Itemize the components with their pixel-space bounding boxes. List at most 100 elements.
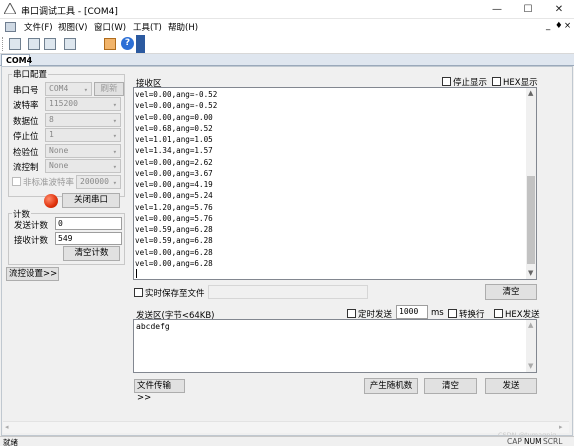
- parity-select[interactable]: None ▾: [45, 144, 121, 158]
- menu-window[interactable]: 窗口(W): [94, 21, 126, 33]
- port-config-label: 串口配置: [12, 68, 49, 80]
- send-scroll-up-icon[interactable]: ▲: [528, 321, 533, 329]
- interval-field[interactable]: 1000: [396, 305, 428, 319]
- receive-line: vel=0.00,ang=3.67: [135, 168, 213, 178]
- mdi-minimize-button[interactable]: _: [546, 21, 550, 31]
- nonstd-baud-select[interactable]: 200000 ▾: [76, 175, 121, 189]
- clear-send-button[interactable]: 清空: [424, 378, 477, 394]
- baud-label: 波特率: [13, 101, 39, 111]
- receive-line: vel=1.01,ang=1.05: [135, 135, 213, 144]
- port-select[interactable]: COM4 ▾: [45, 82, 92, 96]
- title-bar: 串口调试工具 - [COM4] — ☐ ✕: [0, 0, 574, 19]
- clear-receive-button[interactable]: 清空: [485, 284, 537, 300]
- document-tabs: COM4: [0, 54, 574, 66]
- app-icon: [3, 1, 17, 15]
- tab-com4[interactable]: COM4: [1, 54, 32, 66]
- random-button[interactable]: 产生随机数: [364, 378, 418, 394]
- flow-select[interactable]: None ▾: [45, 159, 121, 173]
- stop-display-checkbox[interactable]: [442, 77, 451, 86]
- interval-unit: ms: [431, 308, 444, 318]
- receive-scrollbar[interactable]: ▲ ▼: [526, 88, 536, 279]
- menu-file[interactable]: 文件(F): [24, 21, 53, 33]
- save-file-path[interactable]: [208, 285, 368, 299]
- mdi-restore-button[interactable]: ♦: [555, 21, 563, 31]
- newline-checkbox[interactable]: [448, 309, 457, 318]
- close-port-button[interactable]: 关闭串口: [62, 193, 120, 208]
- send-button[interactable]: 发送: [485, 378, 537, 394]
- stopbits-label: 停止位: [13, 132, 39, 142]
- minimize-button[interactable]: —: [482, 0, 512, 19]
- scroll-thumb[interactable]: [527, 176, 535, 264]
- menu-app-icon: [5, 22, 16, 32]
- hex-send-checkbox[interactable]: [494, 309, 503, 318]
- databits-select[interactable]: 8 ▾: [45, 113, 121, 127]
- databits-label: 数据位: [13, 117, 39, 127]
- nonstd-baud-label: 非标准波特率: [23, 178, 75, 188]
- recv-count-label: 接收计数: [14, 236, 49, 246]
- send-textarea[interactable]: abcdefg ▲ ▼: [133, 319, 537, 373]
- receive-line: vel=0.00,ang=0.00: [135, 112, 213, 122]
- console-icon[interactable]: [9, 38, 21, 50]
- split-h-icon[interactable]: [28, 38, 40, 50]
- menu-tools[interactable]: 工具(T): [133, 21, 162, 33]
- num-indicator: NUM: [524, 437, 542, 446]
- scroll-left-icon[interactable]: ◂: [5, 423, 9, 431]
- receive-line: vel=1.20,ang=5.76: [135, 202, 213, 212]
- receive-line: vel=0.00,ang=4.19: [135, 180, 213, 189]
- receive-line: vel=0.00,ang=6.28: [135, 247, 213, 257]
- window-title: 串口调试工具 - [COM4]: [21, 7, 118, 17]
- receive-line: vel=0.00,ang=6.28: [135, 258, 213, 268]
- receive-textarea[interactable]: vel=0.00,ang=-0.52 vel=0.00,ang=-0.52 vel=…: [133, 87, 537, 280]
- menu-help[interactable]: 帮助(H): [168, 21, 198, 33]
- text-caret: [136, 269, 137, 278]
- recv-count-field: 549: [55, 232, 122, 245]
- parity-label: 检验位: [13, 148, 39, 158]
- receive-content: vel=0.00,ang=-0.52 vel=0.00,ang=-0.52 vel=…: [135, 89, 217, 269]
- save-to-file-checkbox[interactable]: [134, 288, 143, 297]
- toolbar-overflow[interactable]: [136, 35, 145, 53]
- receive-line: vel=0.68,ang=0.52: [135, 123, 213, 133]
- timed-send-checkbox[interactable]: [347, 309, 356, 318]
- receive-line: vel=0.00,ang=5.76: [135, 213, 213, 223]
- receive-line: vel=0.59,ang=6.28: [135, 225, 213, 234]
- receive-line: vel=1.34,ang=1.57: [135, 146, 213, 156]
- receive-line: vel=0.00,ang=2.62: [135, 157, 213, 167]
- help-icon[interactable]: ?: [121, 37, 134, 50]
- scrl-indicator: SCRL: [543, 437, 563, 446]
- port-status-icon: [44, 194, 58, 208]
- mdi-close-button[interactable]: ×: [564, 21, 571, 31]
- nonstd-baud-checkbox[interactable]: [12, 177, 21, 186]
- scroll-down-icon[interactable]: ▼: [528, 269, 533, 277]
- stopbits-select[interactable]: 1 ▾: [45, 128, 121, 142]
- maximize-button[interactable]: ☐: [513, 0, 543, 19]
- save-icon[interactable]: [64, 38, 76, 50]
- scroll-right-icon[interactable]: ▸: [559, 423, 563, 431]
- horizontal-scrollbar[interactable]: ◂ ▸: [3, 421, 569, 433]
- toolbar-grip: [2, 37, 5, 51]
- toolbar: ?: [0, 34, 574, 54]
- cap-indicator: CAP: [507, 437, 522, 446]
- close-button[interactable]: ✕: [544, 0, 574, 19]
- receive-line: vel=0.00,ang=-0.52: [135, 90, 218, 99]
- receive-line: vel=0.00,ang=5.24: [135, 191, 213, 201]
- receive-line: vel=0.59,ang=6.28: [135, 236, 213, 246]
- status-bar: 就绪 CSDN @tumagpig CAP NUM SCRL: [0, 431, 574, 446]
- port-label: 串口号: [13, 86, 39, 96]
- sent-count-field: 0: [55, 217, 122, 230]
- config-icon[interactable]: [104, 38, 116, 50]
- send-content: abcdefg: [136, 322, 170, 331]
- flow-label: 流控制: [13, 163, 39, 173]
- receive-line: vel=0.00,ang=-0.52: [135, 101, 218, 111]
- flow-settings-button[interactable]: 流控设置>>: [6, 267, 59, 281]
- hex-display-checkbox[interactable]: [492, 77, 501, 86]
- file-transfer-button[interactable]: 文件传输>>: [134, 379, 185, 403]
- clear-count-button[interactable]: 清空计数: [63, 246, 120, 261]
- sent-count-label: 发送计数: [14, 221, 49, 231]
- split-v-icon[interactable]: [44, 38, 56, 50]
- refresh-button[interactable]: 刷新: [94, 82, 124, 96]
- baud-select[interactable]: 115200 ▾: [45, 97, 121, 111]
- send-scroll-down-icon[interactable]: ▼: [528, 362, 533, 370]
- scroll-up-icon[interactable]: ▲: [528, 89, 533, 97]
- menu-view[interactable]: 视图(V): [58, 21, 87, 33]
- send-scrollbar[interactable]: ▲ ▼: [526, 320, 536, 372]
